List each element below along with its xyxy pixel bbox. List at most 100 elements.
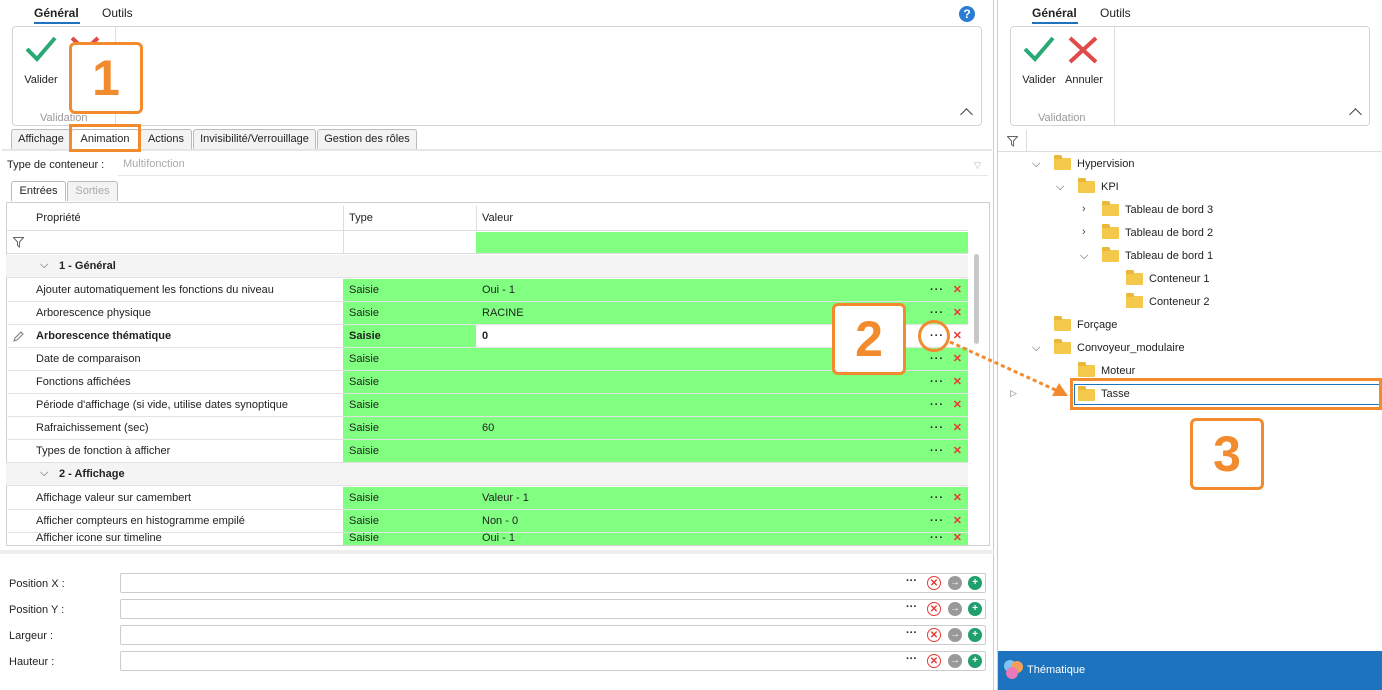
height-field[interactable]: [120, 651, 986, 671]
cancel-button[interactable]: Annuler: [1062, 74, 1106, 86]
footer-bar[interactable]: Thématique: [998, 651, 1382, 690]
tab-entrees[interactable]: Entrées: [11, 181, 66, 201]
collapse-chevron-icon[interactable]: ⌵: [1056, 181, 1064, 194]
validate-button[interactable]: Valider: [22, 74, 60, 86]
header-propriete[interactable]: Propriété: [36, 212, 81, 224]
tree-item[interactable]: Forçage: [1077, 319, 1117, 331]
check-icon[interactable]: [24, 34, 58, 64]
prop-value[interactable]: ··· ✕: [476, 440, 968, 462]
ellipsis-button[interactable]: ···: [930, 394, 944, 416]
ellipsis-button[interactable]: ···: [930, 510, 944, 532]
position-x-field[interactable]: [120, 573, 986, 593]
ellipsis-button[interactable]: ···: [906, 575, 917, 587]
collapse-chevron-icon[interactable]: ⌵: [1080, 250, 1088, 263]
collapse-chevron-icon[interactable]: ⌵: [1032, 158, 1040, 171]
arrow-right-icon[interactable]: →: [948, 654, 962, 668]
ellipsis-button[interactable]: ···: [906, 601, 917, 613]
tab-sorties[interactable]: Sorties: [67, 181, 118, 201]
clear-icon[interactable]: ✕: [953, 487, 962, 509]
tree-item[interactable]: Tableau de bord 1: [1125, 250, 1213, 262]
tree-item[interactable]: Tableau de bord 3: [1125, 204, 1213, 216]
tab-actions[interactable]: Actions: [140, 129, 192, 149]
header-type[interactable]: Type: [349, 212, 373, 224]
table-row[interactable]: Rafraichissement (sec) Saisie 60 ··· ✕: [6, 417, 968, 440]
prop-value[interactable]: Oui - 1 ··· ✕: [476, 279, 968, 301]
tab-gestion-roles[interactable]: Gestion des rôles: [317, 129, 417, 149]
tree-item[interactable]: Tableau de bord 2: [1125, 227, 1213, 239]
container-type-select[interactable]: Multifonction: [118, 154, 988, 176]
check-icon[interactable]: [1022, 34, 1056, 64]
collapse-chevron-icon[interactable]: ⌵: [40, 254, 48, 276]
table-row[interactable]: Affichage valeur sur camembert Saisie Vale…: [6, 487, 968, 510]
group-row-general[interactable]: ⌵ 1 - Général: [6, 255, 968, 278]
add-icon[interactable]: +: [968, 654, 982, 668]
help-icon[interactable]: ?: [959, 6, 975, 22]
table-row[interactable]: Types de fonction à afficher Saisie ··· ✕: [6, 440, 968, 463]
collapse-chevron-icon[interactable]: ⌵: [40, 462, 48, 484]
prop-value[interactable]: ··· ✕: [476, 394, 968, 416]
clear-icon[interactable]: ✕: [927, 628, 941, 642]
tree-item[interactable]: Moteur: [1101, 365, 1135, 377]
table-row[interactable]: Ajouter automatiquement les fonctions du…: [6, 279, 968, 302]
arrow-right-icon[interactable]: →: [948, 576, 962, 590]
tree-item[interactable]: KPI: [1101, 181, 1119, 193]
ellipsis-button[interactable]: ···: [930, 417, 944, 439]
ellipsis-button[interactable]: ···: [930, 487, 944, 509]
tab-invisibilite[interactable]: Invisibilité/Verrouillage: [193, 129, 316, 149]
clear-icon[interactable]: ✕: [927, 576, 941, 590]
splitter[interactable]: [0, 550, 994, 554]
tree-item[interactable]: Hypervision: [1077, 158, 1134, 170]
clear-icon[interactable]: ✕: [953, 533, 962, 545]
tree-item[interactable]: Conteneur 1: [1149, 273, 1210, 285]
filter-icon[interactable]: [1007, 136, 1018, 147]
add-icon[interactable]: +: [968, 628, 982, 642]
ellipsis-button[interactable]: ···: [906, 653, 917, 665]
arrow-right-icon[interactable]: →: [948, 628, 962, 642]
prop-value[interactable]: 60 ··· ✕: [476, 417, 968, 439]
table-row[interactable]: Période d'affichage (si vide, utilise da…: [6, 394, 968, 417]
header-valeur[interactable]: Valeur: [482, 212, 513, 224]
table-row[interactable]: Arborescence physique Saisie RACINE ··· ✕: [6, 302, 968, 325]
ellipsis-button[interactable]: ···: [930, 371, 944, 393]
ellipsis-button[interactable]: ···: [930, 440, 944, 462]
ellipsis-button[interactable]: ···: [906, 627, 917, 639]
tree-filter-row[interactable]: [998, 130, 1382, 152]
group-row-affichage[interactable]: ⌵ 2 - Affichage: [6, 463, 968, 486]
scrollbar-thumb[interactable]: [974, 254, 979, 344]
clear-icon[interactable]: ✕: [927, 654, 941, 668]
clear-icon[interactable]: ✕: [953, 440, 962, 462]
tab-outils[interactable]: Outils: [102, 6, 133, 20]
filter-icon[interactable]: [13, 237, 24, 248]
clear-icon[interactable]: ✕: [953, 279, 962, 301]
tree-item[interactable]: Conteneur 2: [1149, 296, 1210, 308]
prop-value[interactable]: Valeur - 1 ··· ✕: [476, 487, 968, 509]
cross-icon[interactable]: [1066, 34, 1100, 64]
table-row[interactable]: Date de comparaison Saisie ··· ✕: [6, 348, 968, 371]
expand-chevron-icon[interactable]: ›: [1082, 203, 1086, 215]
prop-value[interactable]: Oui - 1 ··· ✕: [476, 533, 968, 545]
tab-general[interactable]: Général: [1032, 6, 1077, 20]
ellipsis-button[interactable]: ···: [930, 533, 944, 545]
filter-row[interactable]: [6, 231, 968, 254]
validate-button[interactable]: Valider: [1020, 74, 1058, 86]
clear-icon[interactable]: ✕: [953, 417, 962, 439]
clear-icon[interactable]: ✕: [927, 602, 941, 616]
tab-affichage[interactable]: Affichage: [11, 129, 71, 149]
clear-icon[interactable]: ✕: [953, 302, 962, 324]
tab-outils[interactable]: Outils: [1100, 6, 1131, 20]
expand-chevron-icon[interactable]: ›: [1082, 226, 1086, 238]
tree-item[interactable]: Convoyeur_modulaire: [1077, 342, 1185, 354]
table-row[interactable]: Afficher icone sur timeline Saisie Oui - 1…: [6, 533, 968, 545]
add-icon[interactable]: +: [968, 602, 982, 616]
table-row-selected[interactable]: Arborescence thématique Saisie 0 ··· ✕: [6, 325, 968, 348]
table-row[interactable]: Fonctions affichées Saisie ··· ✕: [6, 371, 968, 394]
tab-general[interactable]: Général: [34, 6, 79, 20]
arrow-right-icon[interactable]: →: [948, 602, 962, 616]
table-row[interactable]: Afficher compteurs en histogramme empilé…: [6, 510, 968, 533]
prop-value[interactable]: Non - 0 ··· ✕: [476, 510, 968, 532]
position-y-field[interactable]: [120, 599, 986, 619]
ellipsis-button[interactable]: ···: [930, 279, 944, 301]
add-icon[interactable]: +: [968, 576, 982, 590]
clear-icon[interactable]: ✕: [953, 510, 962, 532]
width-field[interactable]: [120, 625, 986, 645]
